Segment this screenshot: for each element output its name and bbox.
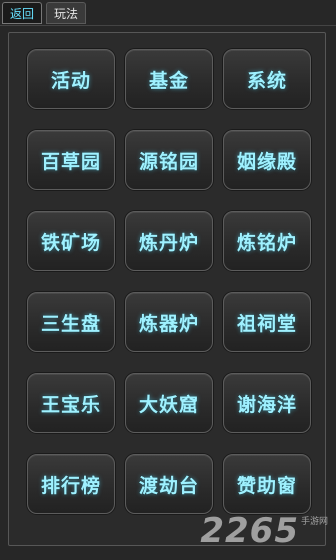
- menu-button-label: 源铭园: [138, 150, 199, 173]
- menu-button-label: 炼铭炉: [236, 231, 297, 254]
- menu-button-marriage-hall[interactable]: 姻缘殿: [223, 130, 311, 190]
- watermark-number: 2265: [200, 511, 299, 551]
- menu-button-leaderboard[interactable]: 排行榜: [27, 454, 115, 514]
- menu-button-system[interactable]: 系统: [223, 49, 311, 109]
- menu-button-activity[interactable]: 活动: [27, 49, 115, 109]
- menu-button-label: 王宝乐: [40, 393, 101, 416]
- menu-button-fund[interactable]: 基金: [125, 49, 213, 109]
- menu-button-alchemy-furnace[interactable]: 炼丹炉: [125, 211, 213, 271]
- menu-button-wang-baole[interactable]: 王宝乐: [27, 373, 115, 433]
- menu-button-demon-cave[interactable]: 大妖窟: [125, 373, 213, 433]
- menu-button-label: 活动: [50, 69, 91, 92]
- screen: 返回 玩法 活动 基金 系统 百草园 源铭园 姻缘殿 铁矿场 炼丹炉 炼铭炉 三…: [0, 0, 336, 560]
- menu-button-herb-garden[interactable]: 百草园: [27, 130, 115, 190]
- menu-button-label: 系统: [246, 69, 287, 92]
- menu-button-label: 炼丹炉: [138, 231, 199, 254]
- menu-button-label: 谢海洋: [236, 393, 297, 416]
- watermark-suffix: 手游网: [300, 517, 328, 527]
- menu-button-tribulation-platform[interactable]: 渡劫台: [125, 454, 213, 514]
- tab-divider: [0, 25, 336, 26]
- menu-button-label: 排行榜: [40, 474, 101, 497]
- menu-button-label: 祖祠堂: [236, 312, 297, 335]
- watermark-logo: 2265 手游网: [200, 514, 328, 548]
- menu-button-label: 炼器炉: [138, 312, 199, 335]
- menu-button-label: 百草园: [40, 150, 101, 173]
- menu-button-label: 三生盘: [40, 312, 101, 335]
- menu-button-iron-mine[interactable]: 铁矿场: [27, 211, 115, 271]
- menu-button-forge-furnace[interactable]: 炼器炉: [125, 292, 213, 352]
- menu-button-label: 赞助窗: [236, 474, 297, 497]
- tab-back[interactable]: 返回: [2, 2, 43, 24]
- menu-button-label: 姻缘殿: [236, 150, 297, 173]
- menu-panel: 活动 基金 系统 百草园 源铭园 姻缘殿 铁矿场 炼丹炉 炼铭炉 三生盘 炼器炉…: [8, 32, 326, 546]
- menu-button-source-garden[interactable]: 源铭园: [125, 130, 213, 190]
- menu-grid: 活动 基金 系统 百草园 源铭园 姻缘殿 铁矿场 炼丹炉 炼铭炉 三生盘 炼器炉…: [27, 49, 311, 514]
- menu-button-label: 大妖窟: [138, 393, 199, 416]
- menu-button-label: 基金: [148, 69, 189, 92]
- menu-button-inscription-furnace[interactable]: 炼铭炉: [223, 211, 311, 271]
- menu-button-label: 铁矿场: [40, 231, 101, 254]
- menu-button-ancestral-hall[interactable]: 祖祠堂: [223, 292, 311, 352]
- tab-gameplay[interactable]: 玩法: [46, 2, 87, 24]
- top-tab-bar: 返回 玩法: [2, 2, 87, 26]
- menu-button-xie-haiyang[interactable]: 谢海洋: [223, 373, 311, 433]
- menu-button-label: 渡劫台: [138, 474, 199, 497]
- menu-button-sponsor-window[interactable]: 赞助窗: [223, 454, 311, 514]
- menu-button-three-life-disk[interactable]: 三生盘: [27, 292, 115, 352]
